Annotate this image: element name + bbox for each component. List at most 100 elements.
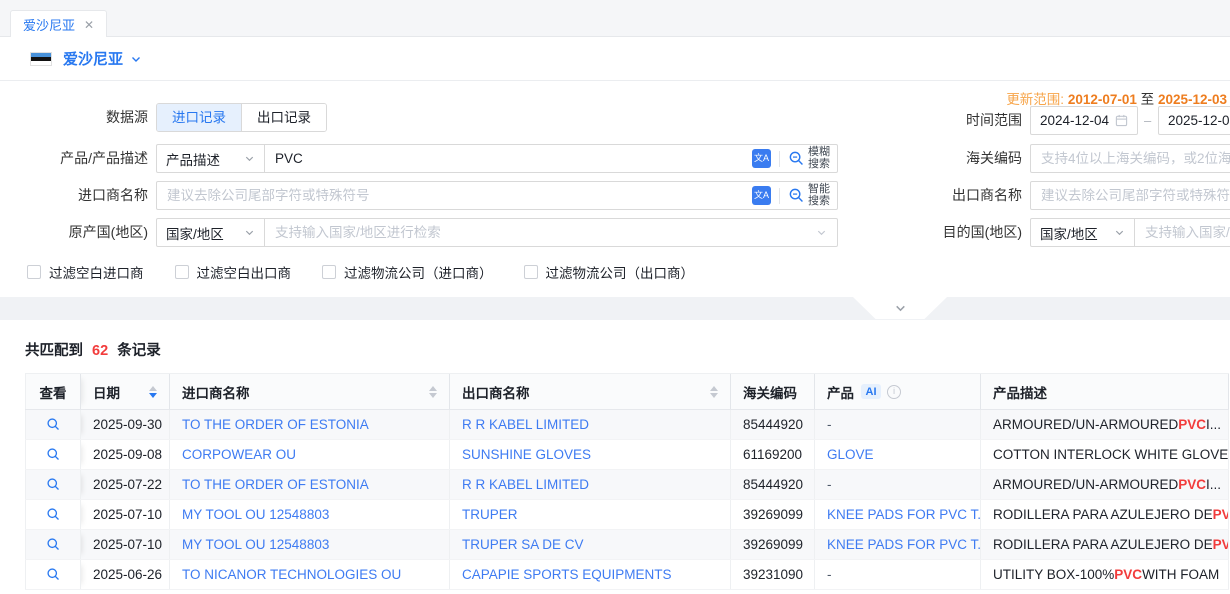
view-record-button[interactable] <box>46 477 61 492</box>
exporter-link[interactable]: TRUPER <box>462 507 518 522</box>
origin-input[interactable] <box>265 219 816 246</box>
filter-blank-exporter-checkbox[interactable]: 过滤空白出口商 <box>175 262 292 282</box>
filter-blank-importer-checkbox[interactable]: 过滤空白进口商 <box>27 262 144 282</box>
table-row: 2025-07-10 MY TOOL OU 12548803 TRUPER SA… <box>25 530 1229 560</box>
product-link[interactable]: KNEE PADS FOR PVC T... <box>827 507 981 522</box>
importer-link[interactable]: TO THE ORDER OF ESTONIA <box>182 417 369 432</box>
origin-type-select[interactable]: 国家/地区 <box>157 219 265 246</box>
exporter-input[interactable] <box>1031 182 1230 209</box>
view-record-button[interactable] <box>46 567 61 582</box>
importer-link[interactable]: TO THE ORDER OF ESTONIA <box>182 477 369 492</box>
translate-icon[interactable]: 文A <box>752 149 771 168</box>
export-records-option[interactable]: 出口记录 <box>241 104 326 131</box>
checkbox-icon[interactable] <box>524 265 538 279</box>
destination-input[interactable] <box>1135 219 1230 246</box>
checkbox-label: 过滤空白出口商 <box>197 262 292 282</box>
hs-code-input[interactable] <box>1031 145 1230 172</box>
origin-type-value: 国家/地区 <box>166 223 244 243</box>
info-icon[interactable]: i <box>887 385 901 399</box>
importer-search-group: 文A 智能搜索 <box>156 181 838 210</box>
fuzzy-search-button[interactable]: 模糊搜索 <box>788 147 837 170</box>
smart-search-line1: 智能 <box>808 183 830 195</box>
hs-code-cell: 39269099 <box>731 500 815 529</box>
tab-title: 爱沙尼亚 <box>23 15 75 34</box>
checkbox-icon[interactable] <box>175 265 189 279</box>
country-name[interactable]: 爱沙尼亚 <box>63 48 123 69</box>
view-record-button[interactable] <box>46 537 61 552</box>
results-panel: 共匹配到 62 条记录 查看 日期 进口商名称 出口商名称 海关编码 <box>0 320 1230 594</box>
importer-link[interactable]: MY TOOL OU 12548803 <box>182 537 329 552</box>
product-cell: - <box>827 567 832 582</box>
col-importer[interactable]: 进口商名称 <box>170 374 450 409</box>
chevron-down-icon <box>1114 227 1125 238</box>
col-exporter[interactable]: 出口商名称 <box>450 374 731 409</box>
translate-icon[interactable]: 文A <box>752 186 771 205</box>
exporter-link[interactable]: TRUPER SA DE CV <box>462 537 584 552</box>
filter-logistics-importer-checkbox[interactable]: 过滤物流公司（进口商） <box>322 262 493 282</box>
destination-type-value: 国家/地区 <box>1040 223 1114 243</box>
table-header-row: 查看 日期 进口商名称 出口商名称 海关编码 产品 AI i <box>25 373 1229 410</box>
exporter-link[interactable]: R R KABEL LIMITED <box>462 417 589 432</box>
product-link[interactable]: GLOVE <box>827 447 874 462</box>
chevron-down-icon <box>244 227 255 238</box>
country-header: 爱沙尼亚 <box>0 37 1230 81</box>
time-range-end-value: 2025-12-03 <box>1168 113 1230 128</box>
update-range-label: 更新范围: <box>1006 92 1064 107</box>
checkbox-icon[interactable] <box>27 265 41 279</box>
description-cell: ARMOURED/UN-ARMOURED PVC I... <box>981 470 1229 499</box>
time-range-end-input[interactable]: 2025-12-03 <box>1158 106 1230 135</box>
collapse-band <box>0 297 1230 320</box>
importer-link[interactable]: CORPOWEAR OU <box>182 447 296 462</box>
date-cell: 2025-09-30 <box>81 410 170 439</box>
fuzzy-search-line1: 模糊 <box>808 146 830 158</box>
date-cell: 2025-06-26 <box>81 560 170 589</box>
product-label: 产品/产品描述 <box>0 144 148 172</box>
tab-close-icon[interactable]: ✕ <box>84 18 94 32</box>
checkbox-icon[interactable] <box>322 265 336 279</box>
tab-estonia[interactable]: 爱沙尼亚 ✕ <box>10 10 107 38</box>
filter-logistics-exporter-checkbox[interactable]: 过滤物流公司（出口商） <box>524 262 695 282</box>
table-row: 2025-06-26 TO NICANOR TECHNOLOGIES OU CA… <box>25 560 1229 590</box>
sort-importer[interactable] <box>429 386 437 398</box>
hs-code-cell: 39269099 <box>731 530 815 559</box>
view-record-button[interactable] <box>46 447 61 462</box>
importer-link[interactable]: MY TOOL OU 12548803 <box>182 507 329 522</box>
importer-link[interactable]: TO NICANOR TECHNOLOGIES OU <box>182 567 401 582</box>
chevron-down-icon[interactable] <box>130 53 142 65</box>
summary-suffix: 条记录 <box>117 343 161 359</box>
col-hs-code: 海关编码 <box>731 374 815 409</box>
import-records-option[interactable]: 进口记录 <box>157 104 241 131</box>
importer-input[interactable] <box>157 182 752 209</box>
search-icon <box>788 150 805 167</box>
smart-search-button[interactable]: 智能搜索 <box>788 184 837 207</box>
view-record-button[interactable] <box>46 417 61 432</box>
product-link[interactable]: KNEE PADS FOR PVC T... <box>827 537 981 552</box>
date-cell: 2025-09-08 <box>81 440 170 469</box>
update-range-start: 2012-07-01 <box>1068 92 1137 107</box>
product-cell: - <box>827 477 832 492</box>
product-input[interactable] <box>265 145 752 172</box>
update-range-end: 2025-12-03 <box>1158 92 1227 107</box>
date-cell: 2025-07-22 <box>81 470 170 499</box>
exporter-link[interactable]: R R KABEL LIMITED <box>462 477 589 492</box>
sort-date[interactable] <box>149 386 157 398</box>
collapse-panel-button[interactable] <box>853 297 947 319</box>
sort-exporter[interactable] <box>710 386 718 398</box>
view-record-button[interactable] <box>46 507 61 522</box>
exporter-link[interactable]: SUNSHINE GLOVES <box>462 447 591 462</box>
time-range-start-input[interactable]: 2024-12-04 <box>1030 106 1138 135</box>
col-product-label: 产品 <box>827 382 854 402</box>
hs-code-group <box>1030 144 1230 173</box>
product-type-select[interactable]: 产品描述 <box>157 145 265 172</box>
col-description: 产品描述 <box>981 374 1229 409</box>
chevron-down-icon <box>816 227 827 238</box>
col-exporter-label: 出口商名称 <box>462 382 530 402</box>
origin-group: 国家/地区 <box>156 218 838 247</box>
tab-bar: 爱沙尼亚 ✕ <box>0 0 1230 37</box>
time-range-separator: – <box>1144 106 1151 135</box>
destination-type-select[interactable]: 国家/地区 <box>1031 219 1135 246</box>
checkbox-label: 过滤物流公司（出口商） <box>546 262 695 282</box>
table-row: 2025-09-08 CORPOWEAR OU SUNSHINE GLOVES … <box>25 440 1229 470</box>
col-date[interactable]: 日期 <box>81 374 170 409</box>
exporter-link[interactable]: CAPAPIE SPORTS EQUIPMENTS <box>462 567 672 582</box>
